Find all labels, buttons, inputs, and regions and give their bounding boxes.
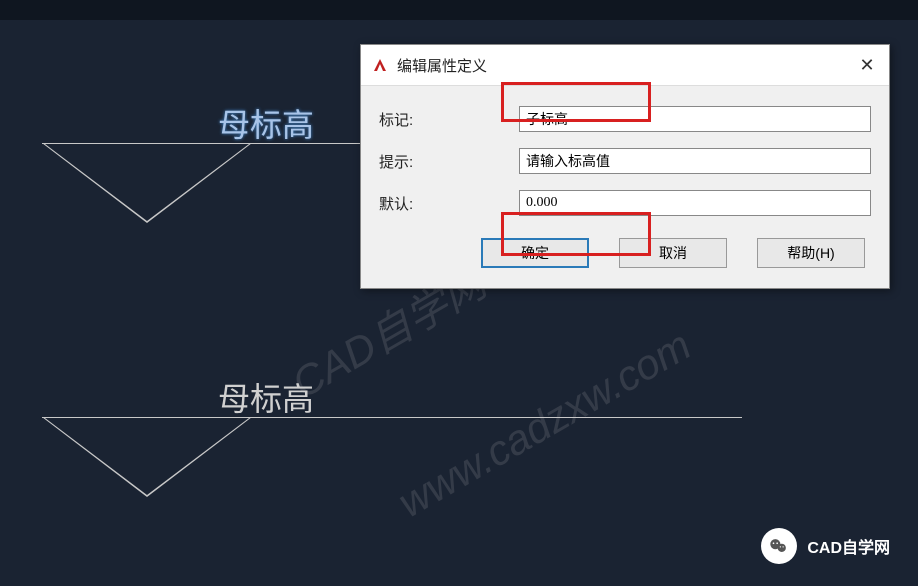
dialog-title: 编辑属性定义: [397, 55, 855, 76]
default-input[interactable]: [519, 190, 871, 216]
ok-button[interactable]: 确定: [481, 238, 589, 268]
prompt-label: 提示:: [379, 151, 519, 172]
watermark-url: www.cadzxw.com: [390, 321, 699, 527]
autocad-icon: [371, 56, 389, 74]
edit-attribute-dialog: 编辑属性定义 ✕ 标记: 提示: 默认: 确定 取消 帮助(H): [360, 44, 890, 289]
cancel-button[interactable]: 取消: [619, 238, 727, 268]
dialog-body: 标记: 提示: 默认: 确定 取消 帮助(H): [361, 86, 889, 288]
prompt-input[interactable]: [519, 148, 871, 174]
elevation-text-1[interactable]: 母标高: [218, 100, 314, 146]
tag-input[interactable]: [519, 106, 871, 132]
elevation-text-2[interactable]: 母标高: [218, 374, 314, 420]
dialog-titlebar[interactable]: 编辑属性定义 ✕: [361, 45, 889, 86]
close-icon[interactable]: ✕: [855, 53, 879, 77]
elevation-marker-2: [42, 417, 252, 497]
elevation-marker-1: [42, 143, 252, 223]
wechat-badge: CAD自学网: [761, 528, 890, 564]
default-label: 默认:: [379, 193, 519, 214]
wechat-badge-text: CAD自学网: [807, 534, 890, 558]
tag-label: 标记:: [379, 109, 519, 130]
help-button[interactable]: 帮助(H): [757, 238, 865, 268]
wechat-icon: [761, 528, 797, 564]
